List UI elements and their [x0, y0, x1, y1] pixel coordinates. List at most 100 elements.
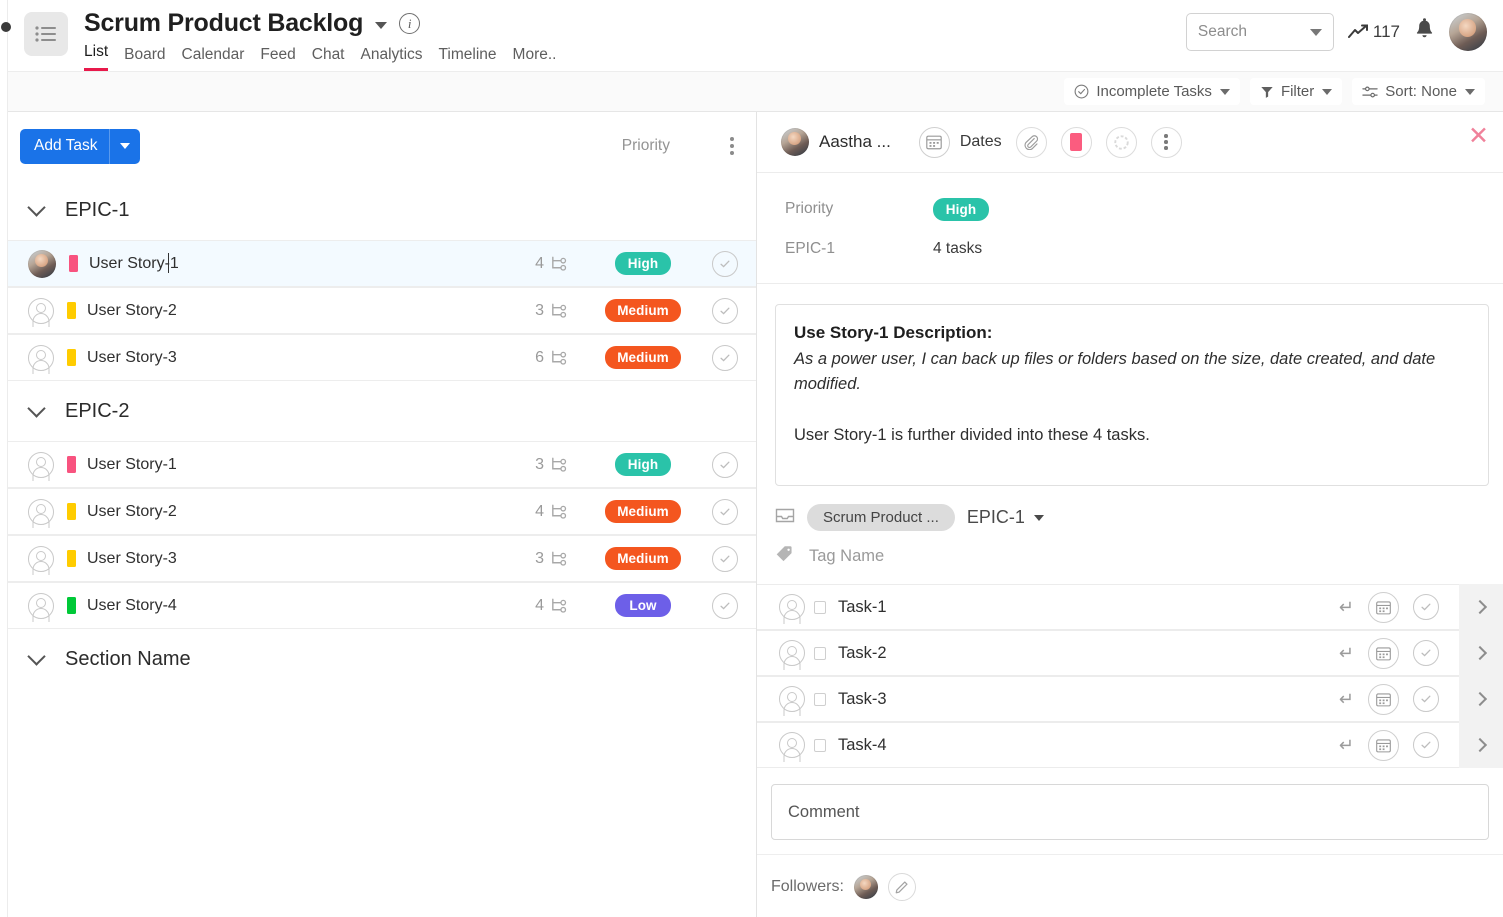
list-item[interactable]: Task-1 ↵ — [757, 584, 1503, 630]
chevron-down-icon[interactable] — [27, 646, 46, 666]
incomplete-tasks-filter-button[interactable]: Incomplete Tasks — [1064, 78, 1240, 105]
square-checkbox-icon[interactable] — [814, 646, 826, 660]
color-swatch-icon[interactable] — [1060, 126, 1092, 158]
user-placeholder-icon[interactable] — [28, 451, 54, 478]
pencil-icon[interactable] — [887, 873, 916, 901]
collapsed-sidebar[interactable] — [0, 0, 11, 917]
table-row[interactable]: User Story-4 4 Low — [0, 582, 756, 629]
chevron-down-icon[interactable] — [27, 197, 46, 217]
task-name[interactable]: User Story-4 — [87, 597, 177, 615]
calendar-icon[interactable] — [1368, 591, 1399, 623]
chevron-right-icon[interactable] — [1459, 722, 1503, 768]
attachment-icon[interactable] — [1015, 126, 1047, 158]
task-name[interactable]: User Story-3 — [87, 349, 177, 367]
assignee-selector[interactable]: Aastha ... — [781, 128, 891, 156]
enter-arrow-icon[interactable]: ↵ — [1339, 644, 1354, 662]
enter-arrow-icon[interactable]: ↵ — [1339, 598, 1354, 616]
user-placeholder-icon[interactable] — [779, 594, 805, 620]
chevron-right-icon[interactable] — [1459, 676, 1503, 722]
search-input[interactable]: Search — [1185, 13, 1334, 51]
complete-subtask-button[interactable] — [1413, 686, 1439, 712]
square-checkbox-icon[interactable] — [814, 600, 826, 614]
table-row[interactable]: User Story-2 4 Medium — [0, 488, 756, 535]
user-placeholder-icon[interactable] — [28, 297, 54, 324]
square-checkbox-icon[interactable] — [814, 738, 826, 752]
user-placeholder-icon[interactable] — [28, 498, 54, 525]
kebab-menu-icon[interactable] — [726, 133, 738, 159]
complete-subtask-button[interactable] — [1413, 594, 1439, 620]
enter-arrow-icon[interactable]: ↵ — [1339, 690, 1354, 708]
hamburger-menu-icon[interactable] — [24, 12, 68, 56]
group-header-epic-2[interactable]: EPIC-2 — [0, 381, 756, 441]
subtask-name[interactable]: Task-2 — [838, 644, 887, 663]
chevron-down-icon[interactable] — [27, 398, 46, 418]
table-row[interactable]: User Story-3 6 Medium — [0, 334, 756, 381]
tab-feed[interactable]: Feed — [260, 45, 295, 71]
circle-progress-icon[interactable] — [1105, 126, 1137, 158]
complete-task-button[interactable] — [712, 451, 738, 478]
chevron-down-icon[interactable] — [1309, 28, 1322, 36]
bell-icon[interactable] — [1414, 18, 1435, 46]
enter-arrow-icon[interactable]: ↵ — [1339, 736, 1354, 754]
description-editor[interactable]: Use Story-1 Description: As a power user… — [775, 304, 1489, 486]
tag-row[interactable]: Tag Name — [757, 531, 1503, 584]
complete-task-button[interactable] — [712, 592, 738, 619]
table-row[interactable]: User Story-1 3 High — [0, 441, 756, 488]
info-icon[interactable]: i — [399, 12, 421, 34]
calendar-icon[interactable] — [1368, 729, 1399, 761]
sort-button[interactable]: Sort: None — [1352, 78, 1485, 105]
user-placeholder-icon[interactable] — [28, 545, 54, 572]
add-task-dropdown[interactable] — [110, 143, 140, 149]
complete-task-button[interactable] — [712, 250, 738, 277]
project-chip[interactable]: Scrum Product ... — [807, 504, 955, 531]
status-badge[interactable]: Medium — [605, 299, 681, 322]
detail-scroll[interactable]: Priority High EPIC-1 4 tasks Use Story-1… — [757, 173, 1503, 917]
complete-task-button[interactable] — [712, 498, 738, 525]
list-item[interactable]: Task-3 ↵ — [757, 676, 1503, 722]
status-badge[interactable]: High — [615, 453, 671, 476]
tab-more[interactable]: More.. — [513, 45, 557, 71]
task-name[interactable]: User Story-1 — [87, 456, 177, 474]
tab-analytics[interactable]: Analytics — [361, 45, 423, 71]
status-badge[interactable]: High — [933, 197, 989, 221]
square-checkbox-icon[interactable] — [814, 692, 826, 706]
status-badge[interactable]: Medium — [605, 547, 681, 570]
kebab-menu-icon[interactable] — [1150, 126, 1182, 158]
activity-stat[interactable]: 117 — [1347, 22, 1400, 42]
list-item[interactable]: Task-2 ↵ — [757, 630, 1503, 676]
calendar-icon[interactable] — [1368, 637, 1399, 669]
list-item[interactable]: Task-4 ↵ — [757, 722, 1503, 768]
user-placeholder-icon[interactable] — [28, 344, 54, 371]
subtask-name[interactable]: Task-1 — [838, 598, 887, 617]
group-header-epic-1[interactable]: EPIC-1 — [0, 180, 756, 240]
add-task-button[interactable]: Add Task — [20, 128, 141, 164]
tag-name-input[interactable]: Tag Name — [809, 547, 884, 566]
complete-subtask-button[interactable] — [1413, 640, 1439, 666]
status-badge[interactable]: High — [615, 252, 671, 275]
chevron-down-icon[interactable] — [375, 21, 388, 29]
complete-task-button[interactable] — [712, 545, 738, 572]
calendar-icon[interactable] — [1368, 683, 1399, 715]
table-row[interactable]: User Story-2 3 Medium — [0, 287, 756, 334]
task-name[interactable]: User Story-1 — [89, 252, 179, 273]
table-row[interactable]: User Story-3 3 Medium — [0, 535, 756, 582]
avatar[interactable] — [1449, 13, 1487, 51]
user-placeholder-icon[interactable] — [779, 686, 805, 712]
chevron-right-icon[interactable] — [1459, 630, 1503, 676]
dates-button[interactable]: Dates — [918, 126, 1002, 158]
task-name[interactable]: User Story-2 — [87, 503, 177, 521]
subtask-name[interactable]: Task-4 — [838, 736, 887, 755]
group-header-section-name[interactable]: Section Name — [0, 629, 756, 689]
table-row[interactable]: User Story-1 4 High — [0, 240, 756, 287]
tab-list[interactable]: List — [84, 42, 109, 71]
avatar[interactable] — [853, 875, 878, 899]
complete-task-button[interactable] — [712, 297, 738, 324]
task-name[interactable]: User Story-2 — [87, 302, 177, 320]
complete-subtask-button[interactable] — [1413, 732, 1439, 758]
close-icon[interactable]: ✕ — [1468, 124, 1489, 149]
tab-calendar[interactable]: Calendar — [182, 45, 245, 71]
status-badge[interactable]: Medium — [605, 500, 681, 523]
avatar[interactable] — [28, 249, 56, 278]
status-badge[interactable]: Low — [615, 594, 671, 617]
tab-board[interactable]: Board — [124, 45, 165, 71]
